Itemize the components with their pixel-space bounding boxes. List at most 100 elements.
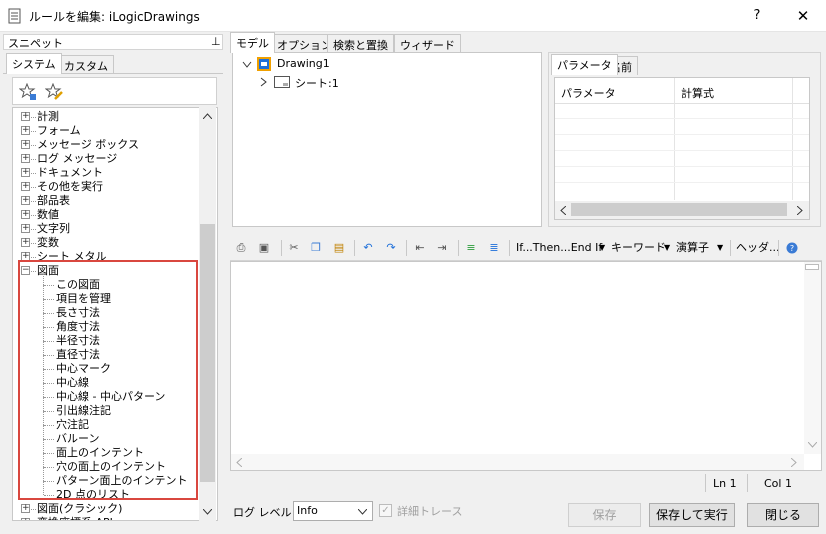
bottom-bar: ログ レベル Info ✓ 詳細トレース 保存 保存して実行 閉じる	[230, 498, 822, 530]
cut-icon[interactable]: ✂	[287, 241, 301, 255]
expand-icon[interactable]: +	[21, 154, 30, 163]
tab-custom[interactable]: カスタム	[58, 55, 114, 74]
scroll-right-icon[interactable]	[797, 206, 803, 215]
tree-item-label: フォーム	[37, 124, 81, 137]
close-window-button[interactable]: ✕	[788, 4, 818, 28]
keyword-dropdown-icon[interactable]: ▼	[664, 241, 670, 255]
toolbar-separator	[458, 240, 459, 256]
tree-line	[31, 131, 36, 132]
row-line	[555, 134, 809, 135]
line-number: Ln 1	[713, 477, 737, 490]
expand-icon[interactable]: +	[21, 238, 30, 247]
add-star-icon[interactable]	[19, 83, 37, 101]
chevron-down-icon[interactable]	[242, 61, 252, 68]
expand-icon[interactable]: +	[21, 196, 30, 205]
tree-item-label: メッセージ ボックス	[37, 138, 139, 151]
status-divider	[705, 474, 706, 492]
code-editor[interactable]	[230, 261, 822, 471]
edit-star-icon[interactable]	[45, 83, 63, 101]
operator-dropdown-icon[interactable]: ▼	[717, 241, 723, 255]
tab-wizard[interactable]: ウィザード	[394, 34, 461, 53]
if-then-button[interactable]: If...Then...End If	[516, 241, 602, 255]
scroll-down-icon[interactable]	[203, 509, 212, 515]
preview-icon[interactable]: ▣	[257, 241, 271, 255]
editor-scroll-right-icon[interactable]	[791, 458, 797, 467]
sheet-label[interactable]: シート:1	[295, 75, 339, 91]
comment-icon[interactable]: ≡	[464, 241, 478, 255]
toolbar-separator	[778, 240, 779, 256]
copy-icon[interactable]: ❐	[309, 241, 323, 255]
column-parameter[interactable]: パラメータ	[561, 85, 616, 101]
scroll-up-icon[interactable]	[203, 113, 212, 119]
row-line	[555, 166, 809, 167]
tree-item-label: 変数	[37, 236, 59, 249]
save-button[interactable]: 保存	[568, 503, 641, 527]
tree-item-label: 変換座標系 API	[37, 516, 113, 520]
expand-icon[interactable]: +	[21, 168, 30, 177]
expand-icon[interactable]: +	[21, 126, 30, 135]
close-button[interactable]: 閉じる	[747, 503, 819, 527]
editor-toolbar: ⎙ ▣ ✂ ❐ ▤ ↶ ↷ ⇤ ⇥ ≡ ≣ If...Then...End If…	[230, 236, 822, 261]
paste-icon[interactable]: ▤	[332, 241, 346, 255]
model-tree-panel[interactable]: Drawing1 シート:1	[232, 52, 542, 227]
editor-v-scrollbar[interactable]	[804, 262, 821, 454]
if-then-dropdown-icon[interactable]: ▼	[599, 241, 605, 255]
tree-line	[31, 145, 36, 146]
print-icon[interactable]: ⎙	[234, 241, 248, 255]
snippet-toolbar	[12, 77, 217, 105]
rule-editor-icon	[8, 8, 21, 24]
expand-icon[interactable]: +	[21, 182, 30, 191]
expand-icon[interactable]: +	[21, 112, 30, 121]
tree-item-label: 文字列	[37, 222, 70, 235]
editor-h-scrollbar[interactable]	[231, 454, 804, 470]
operator-menu[interactable]: 演算子	[676, 241, 709, 255]
tree-line	[31, 509, 36, 510]
outdent-icon[interactable]: ⇤	[413, 241, 427, 255]
editor-scroll-down-icon[interactable]	[808, 442, 817, 448]
scroll-left-icon[interactable]	[560, 206, 566, 215]
h-scroll-thumb[interactable]	[571, 203, 787, 216]
expand-icon[interactable]: +	[21, 224, 30, 233]
highlight-box	[18, 260, 198, 500]
model-root-label[interactable]: Drawing1	[277, 57, 330, 70]
save-and-run-button[interactable]: 保存して実行	[649, 503, 735, 527]
snippet-tabs: システム カスタム	[3, 52, 223, 74]
pin-icon[interactable]: ⊥	[211, 35, 221, 48]
tab-system[interactable]: システム	[6, 53, 62, 74]
tree-scrollbar[interactable]	[199, 107, 216, 521]
split-handle[interactable]	[805, 264, 819, 270]
tab-search-replace[interactable]: 検索と置換	[327, 34, 394, 53]
keyword-menu[interactable]: キーワード	[611, 241, 666, 255]
expand-icon[interactable]: +	[21, 140, 30, 149]
tree-item-label: ログ メッセージ	[37, 152, 118, 165]
toolbar-separator	[509, 240, 510, 256]
tree-item-label: 部品表	[37, 194, 70, 207]
undo-icon[interactable]: ↶	[361, 241, 375, 255]
editor-scroll-left-icon[interactable]	[236, 458, 242, 467]
scrollbar-thumb[interactable]	[200, 224, 215, 482]
column-number: Col 1	[764, 477, 792, 490]
expand-icon[interactable]: +	[21, 504, 30, 513]
redo-icon[interactable]: ↷	[384, 241, 398, 255]
log-level-label: ログ レベル	[233, 506, 292, 519]
expand-icon[interactable]: +	[21, 210, 30, 219]
tree-item-label: 図面(クラシック)	[37, 502, 123, 515]
log-level-select[interactable]: Info	[293, 501, 373, 521]
horizontal-scrollbar[interactable]	[555, 201, 809, 219]
sheet-icon	[274, 76, 290, 88]
tab-parameters[interactable]: パラメータ	[551, 54, 618, 75]
header-menu[interactable]: ヘッダ...	[736, 241, 780, 255]
indent-icon[interactable]: ⇥	[435, 241, 449, 255]
uncomment-icon[interactable]: ≣	[487, 241, 501, 255]
chevron-right-icon[interactable]	[260, 77, 267, 87]
expand-icon[interactable]: +	[21, 518, 30, 520]
tree-line	[31, 243, 36, 244]
column-formula[interactable]: 計算式	[681, 85, 714, 101]
help-button[interactable]: ?	[743, 4, 771, 28]
main-tabs: モデル オプション 検索と置換 ウィザード	[230, 32, 530, 54]
drawing-icon	[257, 57, 271, 71]
tab-model[interactable]: モデル	[230, 32, 275, 53]
parameters-grid[interactable]: パラメータ 計算式	[554, 77, 810, 220]
help-icon[interactable]: ?	[786, 242, 798, 254]
trace-checkbox[interactable]: ✓	[379, 504, 392, 517]
